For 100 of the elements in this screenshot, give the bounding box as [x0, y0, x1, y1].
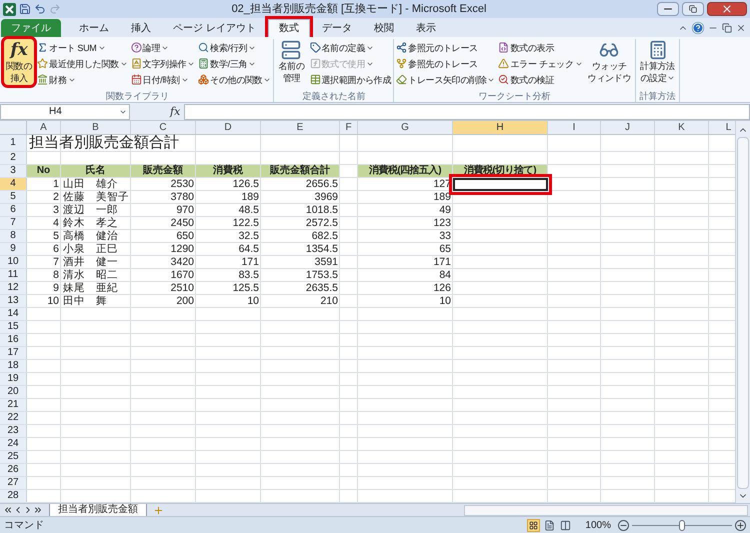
formula-field[interactable]: [184, 104, 750, 120]
row-header[interactable]: 1: [0, 135, 27, 151]
row-header[interactable]: 6: [0, 204, 27, 216]
column-header[interactable]: A: [27, 121, 61, 134]
row-header[interactable]: 18: [0, 360, 27, 372]
column-header[interactable]: F: [340, 121, 358, 134]
ribbon-tab[interactable]: 表示: [406, 19, 446, 37]
column-header[interactable]: I: [548, 121, 601, 134]
ribbon-button[interactable]: 最近使用した関数: [37, 56, 128, 71]
vertical-scrollbar[interactable]: [735, 121, 750, 503]
table-cell-text: 1670: [170, 269, 195, 281]
row-header[interactable]: 22: [0, 412, 27, 424]
table-cell-text: 200: [175, 295, 195, 307]
ribbon-button[interactable]: 財務: [37, 72, 128, 87]
table-cell-text: 1018.5: [304, 204, 339, 216]
row-header[interactable]: 10: [0, 256, 27, 268]
horizontal-scrollbar[interactable]: [464, 504, 748, 516]
column-header[interactable]: H: [453, 121, 548, 134]
ribbon-tab[interactable]: ホーム: [69, 19, 119, 37]
column-heading: 消費税: [196, 165, 260, 177]
row-header[interactable]: 16: [0, 334, 27, 346]
ribbon-button[interactable]: 文字列操作: [130, 56, 196, 71]
close-icon[interactable]: [736, 23, 746, 33]
minimize-icon[interactable]: [657, 2, 679, 16]
name-box[interactable]: H4: [0, 104, 130, 120]
ribbon-tab[interactable]: ページ レイアウト: [163, 19, 266, 37]
ribbon-tab[interactable]: 数式: [268, 19, 310, 37]
restore-icon[interactable]: [722, 23, 732, 33]
ribbon-large-button[interactable]: ウォッチ ウィンドウ: [586, 39, 634, 85]
ribbon-button[interactable]: オート SUM: [37, 40, 128, 55]
row-header[interactable]: 7: [0, 217, 27, 229]
row-header[interactable]: 23: [0, 425, 27, 437]
save-icon[interactable]: [19, 3, 31, 15]
ribbon-tab[interactable]: データ: [312, 19, 362, 37]
column-header[interactable]: C: [131, 121, 196, 134]
column-header[interactable]: D: [196, 121, 261, 134]
zoom-in-icon[interactable]: [735, 520, 746, 530]
zoom-out-icon[interactable]: [618, 520, 629, 530]
first-sheet-icon[interactable]: [3, 505, 13, 515]
row-header[interactable]: 17: [0, 347, 27, 359]
row-header[interactable]: 14: [0, 308, 27, 320]
table-cell-text: 鈴木 孝之: [62, 217, 119, 229]
zoom-slider-thumb[interactable]: [679, 520, 685, 530]
table-cell-text: 125.5: [232, 282, 260, 294]
ribbon-button[interactable]: 参照元のトレース: [396, 40, 496, 55]
ribbon-button[interactable]: 参照先のトレース: [396, 56, 496, 71]
row-header[interactable]: 8: [0, 230, 27, 242]
ribbon-button[interactable]: エラー チェック: [498, 56, 583, 71]
ribbon-large-button[interactable]: fx 関数の 挿入: [4, 39, 34, 85]
ribbon-button[interactable]: 名前の定義: [310, 40, 392, 55]
table-cell-text: 65: [438, 243, 452, 255]
table-cell-text: 84: [438, 269, 452, 281]
row-header[interactable]: 20: [0, 386, 27, 398]
ribbon-tab[interactable]: 校閲: [364, 19, 404, 37]
last-sheet-icon[interactable]: [33, 505, 43, 515]
file-tab[interactable]: ファイル: [1, 19, 61, 37]
restore-icon[interactable]: [682, 2, 704, 16]
zoom-level: 100%: [585, 518, 611, 532]
ribbon-button[interactable]: 論理: [130, 40, 196, 55]
row-header[interactable]: 4: [0, 178, 27, 190]
row-header[interactable]: 28: [0, 490, 27, 502]
column-header[interactable]: J: [601, 121, 655, 134]
ribbon-button[interactable]: 検索/行列: [198, 40, 272, 55]
ribbon-button[interactable]: 数式の検証: [498, 72, 583, 87]
ribbon-button[interactable]: 日付/時刻: [130, 72, 196, 87]
column-header[interactable]: B: [61, 121, 131, 134]
row-header[interactable]: 5: [0, 191, 27, 203]
row-header[interactable]: 2: [0, 152, 27, 164]
row-header[interactable]: 15: [0, 321, 27, 333]
row-header[interactable]: 27: [0, 477, 27, 489]
row-header[interactable]: 21: [0, 399, 27, 411]
column-header[interactable]: E: [261, 121, 340, 134]
sheet-tab[interactable]: 担当者別販売金額: [49, 504, 147, 516]
view-icon[interactable]: [543, 518, 556, 532]
ribbon-button[interactable]: トレース矢印の削除: [396, 72, 496, 87]
table-cell-text: 210: [319, 295, 339, 307]
column-header[interactable]: K: [655, 121, 709, 134]
insert-function-button[interactable]: fx: [170, 104, 180, 118]
row-header[interactable]: 12: [0, 282, 27, 294]
row-header[interactable]: 13: [0, 295, 27, 307]
undo-icon[interactable]: [34, 3, 46, 15]
help-icon[interactable]: [692, 22, 704, 34]
row-header[interactable]: 3: [0, 165, 27, 177]
ribbon-tab[interactable]: 挿入: [121, 19, 161, 37]
row-header[interactable]: 11: [0, 269, 27, 281]
ribbon-button[interactable]: 数式の表示: [498, 40, 583, 55]
row-header[interactable]: 25: [0, 451, 27, 463]
row-header[interactable]: 19: [0, 373, 27, 385]
close-icon[interactable]: [707, 2, 747, 16]
view-icon[interactable]: [527, 518, 540, 532]
row-header[interactable]: 9: [0, 243, 27, 255]
ribbon-large-button[interactable]: 名前の 管理: [276, 39, 307, 85]
view-icon[interactable]: [559, 518, 572, 532]
ribbon-large-button[interactable]: 計算方法 の設定: [638, 39, 677, 85]
ribbon-button[interactable]: その他の関数: [198, 72, 272, 87]
ribbon-button[interactable]: 選択範囲から作成: [310, 72, 392, 87]
row-header[interactable]: 26: [0, 464, 27, 476]
sheet-title: 担当者別販売金額合計: [28, 135, 180, 151]
ribbon-button[interactable]: 数学/三角: [198, 56, 272, 71]
row-header[interactable]: 24: [0, 438, 27, 450]
